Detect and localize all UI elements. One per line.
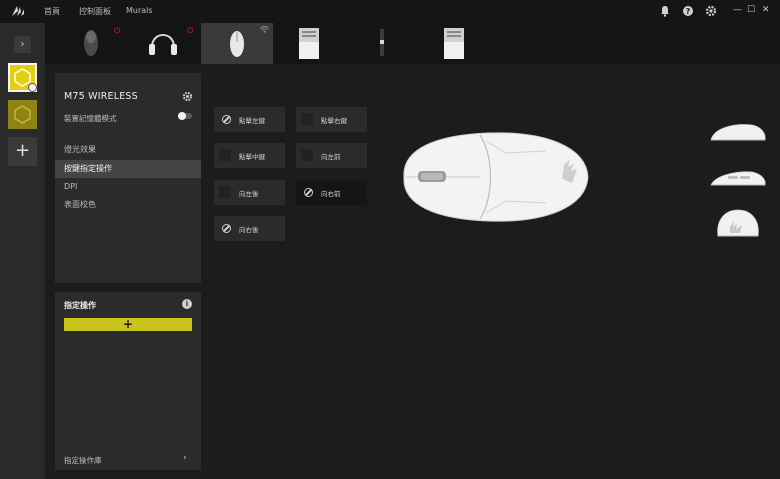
device-usb-receiver-2[interactable] (418, 23, 490, 64)
disabled-icon (222, 224, 231, 233)
assignment-right-back[interactable]: 向右後 (214, 216, 285, 241)
assignment-label: 點擊右鍵 (321, 117, 347, 125)
menu-dpi[interactable]: DPI (55, 178, 201, 196)
actions-title: 指定操作 (64, 301, 96, 310)
add-action-button[interactable]: + (64, 318, 192, 331)
power-icon: ⏻ (187, 26, 194, 35)
nav-murals[interactable]: Murals (126, 6, 153, 15)
mouse-side-view-left (710, 124, 766, 141)
assignment-label: 向左後 (239, 190, 259, 198)
device-panel: M75 WIRELESS 裝置記憶體模式 燈光效果 按鍵指定操作 DPI 表面校… (55, 73, 201, 283)
minimize-button[interactable]: — (733, 4, 742, 16)
square-icon (301, 149, 313, 161)
assignment-left-click[interactable]: 點擊左鍵 (214, 107, 285, 132)
expand-rail-button[interactable]: › (14, 36, 31, 53)
usb-receiver-icon (444, 28, 464, 59)
device-m75-wireless[interactable] (201, 23, 273, 64)
assignment-label: 向左前 (321, 153, 341, 161)
maximize-button[interactable]: ☐ (747, 4, 755, 16)
chevron-right-icon[interactable]: › (183, 453, 187, 463)
menu-lighting[interactable]: 燈光效果 (55, 141, 201, 159)
profile-tile[interactable] (8, 100, 37, 129)
memory-mode-toggle[interactable] (178, 112, 192, 120)
assignment-left-back[interactable]: 向左後 (214, 180, 285, 205)
nav-dashboard[interactable]: 控制面板 (79, 6, 111, 17)
add-profile-button[interactable]: + (8, 137, 37, 166)
disabled-icon (304, 188, 313, 197)
usb-receiver-icon (299, 28, 319, 59)
menu-surface-calibration[interactable]: 表面校色 (55, 196, 201, 214)
info-icon[interactable]: i (182, 299, 192, 309)
settings-icon[interactable] (705, 5, 717, 17)
profile-badge (28, 83, 37, 92)
svg-text:?: ? (686, 7, 691, 16)
device-strip: ⏻ ⏻ (45, 23, 780, 64)
assignment-label: 向右前 (321, 190, 341, 198)
mouse-back-view (717, 209, 759, 237)
left-rail: › + (0, 23, 45, 479)
device-mouse-wired[interactable]: ⏻ (56, 23, 128, 64)
device-name: M75 WIRELESS (64, 91, 138, 102)
disabled-icon (222, 115, 231, 124)
toggle-knob (178, 112, 186, 120)
hexagon-icon (14, 105, 31, 124)
menu-key-assignments[interactable]: 按鍵指定操作 (55, 160, 201, 178)
square-icon (219, 186, 231, 198)
assign-actions-panel: 指定操作 i + 指定操作庫 › (55, 292, 201, 470)
device-usb-receiver[interactable] (273, 23, 345, 64)
mouse-top-view (403, 132, 589, 222)
bell-icon[interactable] (659, 5, 671, 17)
assignment-right-click[interactable]: 點擊右鍵 (296, 107, 367, 132)
nav-home[interactable]: 首頁 (44, 6, 60, 17)
device-usb-dongle[interactable] (346, 23, 418, 64)
title-bar: 首頁 控制面板 Murals ? — ☐ ✕ (0, 0, 780, 23)
assignment-label: 向右後 (239, 226, 259, 234)
square-icon (301, 113, 313, 125)
wifi-icon (260, 26, 269, 33)
close-button[interactable]: ✕ (762, 4, 770, 16)
square-icon (219, 149, 231, 161)
assignment-label: 點擊中鍵 (239, 153, 265, 161)
power-icon: ⏻ (114, 26, 121, 35)
corsair-logo-icon (12, 6, 24, 16)
assignment-label: 點擊左鍵 (239, 117, 265, 125)
assignment-right-forward[interactable]: 向右前 (296, 180, 367, 205)
device-headset[interactable]: ⏻ (128, 23, 200, 64)
usb-dongle-icon (380, 29, 384, 56)
help-icon[interactable]: ? (682, 5, 694, 17)
assignment-middle-click[interactable]: 點擊中鍵 (214, 143, 285, 168)
mouse-side-view-right (710, 171, 766, 186)
memory-mode-label: 裝置記憶體模式 (64, 114, 117, 123)
profile-tile-active[interactable] (8, 63, 37, 92)
assignment-left-forward[interactable]: 向左前 (296, 143, 367, 168)
action-library-link[interactable]: 指定操作庫 (64, 455, 102, 466)
gear-icon[interactable] (182, 91, 193, 102)
